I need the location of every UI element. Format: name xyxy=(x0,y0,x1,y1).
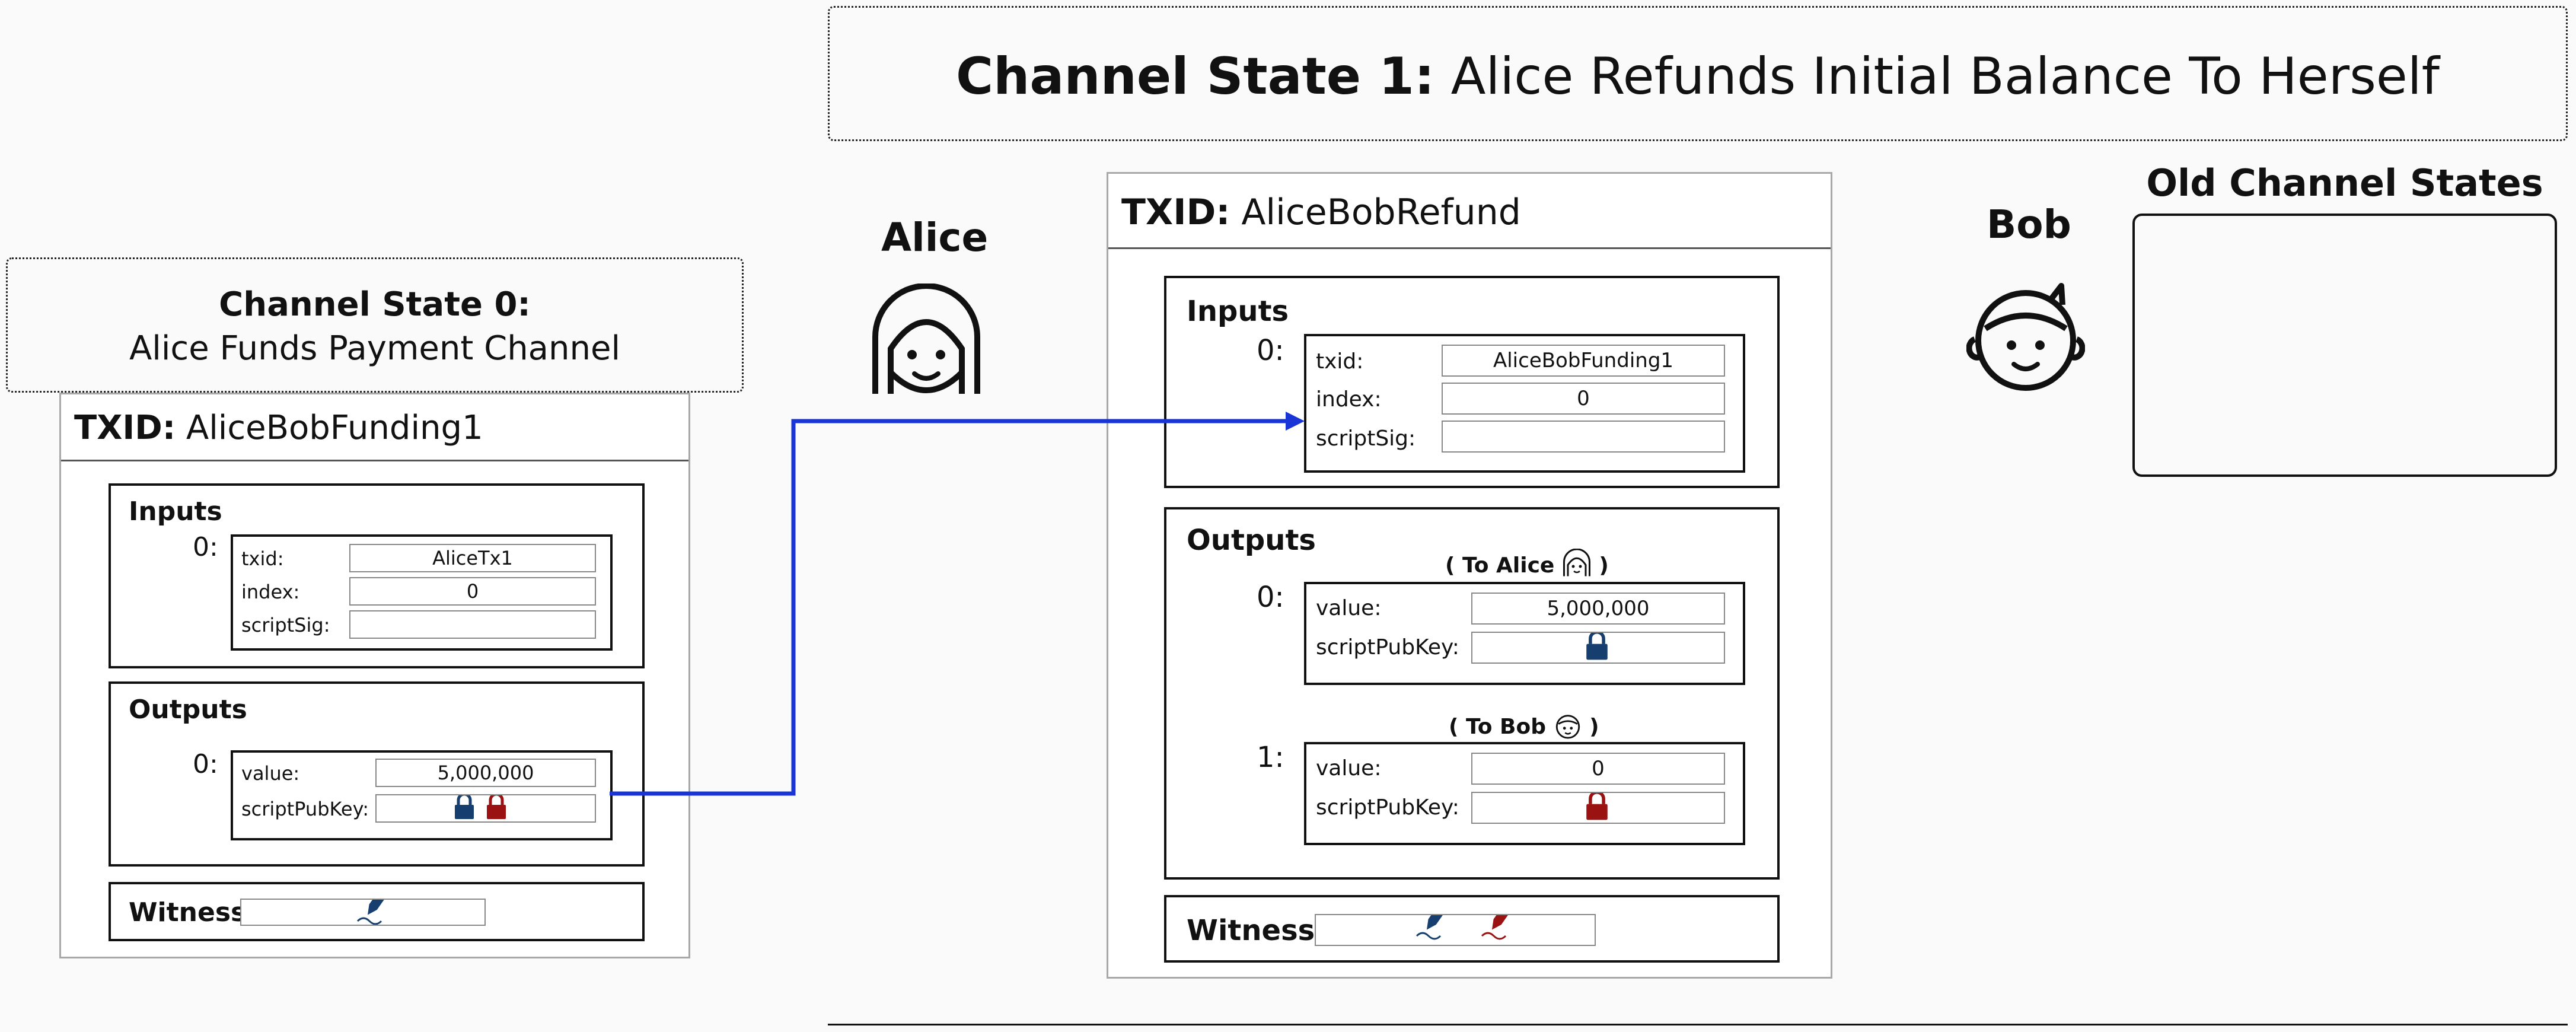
value-field[interactable]: 0 xyxy=(1471,753,1725,785)
funding-inputs-box: Inputs 0: txid: AliceTx1 index: 0 script… xyxy=(109,483,645,668)
alice-label: Alice xyxy=(881,215,989,260)
channel-state-0-subtitle: Alice Funds Payment Channel xyxy=(129,329,620,368)
funding-output-entry: value: 5,000,000 scriptPubKey: xyxy=(231,750,613,840)
value-field[interactable]: 5,000,000 xyxy=(1471,593,1725,625)
fountain-pen-icon xyxy=(356,900,386,925)
txid-field[interactable]: AliceBobFunding1 xyxy=(1442,345,1725,377)
scriptsig-field[interactable] xyxy=(1442,421,1725,453)
refund-output-0-index: 0: xyxy=(1257,581,1284,614)
funding-txid-header: TXID: AliceBobFunding1 xyxy=(61,394,688,461)
funding-outputs-title: Outputs xyxy=(129,695,247,725)
txid-field[interactable]: AliceTx1 xyxy=(349,544,596,572)
to-bob-label: ( To Bob ) xyxy=(1449,711,1599,740)
refund-input-entry: txid: AliceBobFunding1 index: 0 scriptSi… xyxy=(1304,334,1745,473)
refund-outputs-title: Outputs xyxy=(1187,524,1316,557)
channel-state-0-title-box: Channel State 0: Alice Funds Payment Cha… xyxy=(6,257,744,393)
old-channel-states-title: Old Channel States xyxy=(2146,161,2543,205)
channel-state-0-title: Channel State 0: xyxy=(219,285,531,324)
txid-label: txid: xyxy=(241,547,284,570)
funding-witness-box: Witness xyxy=(109,882,645,941)
bob-face-icon xyxy=(1966,283,2085,391)
scriptsig-label: scriptSig: xyxy=(241,614,330,636)
index-label: index: xyxy=(241,581,300,603)
refund-output-1-entry: value: 0 scriptPubKey: xyxy=(1304,742,1745,845)
fountain-pen-icon xyxy=(1481,915,1509,940)
funding-input-entry: txid: AliceTx1 index: 0 scriptSig: xyxy=(231,534,613,651)
refund-output-1-index: 1: xyxy=(1257,741,1284,774)
funding-outputs-box: Outputs 0: value: 5,000,000 scriptPubKey… xyxy=(109,681,645,867)
refund-transaction-panel: TXID: AliceBobRefund Inputs 0: txid: Ali… xyxy=(1107,172,1832,979)
padlock-icon xyxy=(487,795,506,819)
funding-output-index: 0: xyxy=(193,749,218,779)
to-alice-label: ( To Alice ) xyxy=(1445,548,1609,578)
refund-output-0-entry: value: 5,000,000 scriptPubKey: xyxy=(1304,582,1745,685)
funding-input-index: 0: xyxy=(193,532,218,562)
bob-label: Bob xyxy=(1987,202,2071,247)
funding-transaction-panel: TXID: AliceBobFunding1 Inputs 0: txid: A… xyxy=(59,393,690,958)
index-field[interactable]: 0 xyxy=(1442,383,1725,415)
refund-outputs-box: Outputs ( To Alice ) 0: value: 5,000,000… xyxy=(1164,507,1780,880)
witness-field[interactable] xyxy=(1315,914,1596,946)
scriptpubkey-label: scriptPubKey: xyxy=(241,798,369,820)
old-channel-states-box xyxy=(2132,214,2557,477)
padlock-icon xyxy=(1586,793,1608,820)
witness-field[interactable] xyxy=(240,899,486,926)
refund-inputs-title: Inputs xyxy=(1187,295,1289,328)
refund-txid-header: TXID: AliceBobRefund xyxy=(1108,174,1831,249)
padlock-icon xyxy=(1586,633,1608,660)
scriptpubkey-field[interactable] xyxy=(1471,632,1725,664)
alice-face-icon xyxy=(1563,548,1590,576)
alice-face-icon xyxy=(872,284,980,394)
value-label: value: xyxy=(241,762,300,785)
scriptsig-label: scriptSig: xyxy=(1316,426,1416,451)
index-label: index: xyxy=(1316,387,1382,412)
scriptpubkey-label: scriptPubKey: xyxy=(1316,795,1459,820)
bottom-divider xyxy=(828,1024,2568,1025)
txid-label: txid: xyxy=(1316,349,1364,374)
scriptsig-field[interactable] xyxy=(349,610,596,639)
refund-input-index: 0: xyxy=(1257,334,1284,367)
refund-witness-box: Witness xyxy=(1164,895,1780,963)
index-field[interactable]: 0 xyxy=(349,577,596,606)
refund-inputs-box: Inputs 0: txid: AliceBobFunding1 index: … xyxy=(1164,276,1780,488)
scriptpubkey-field[interactable] xyxy=(1471,792,1725,824)
refund-witness-title: Witness xyxy=(1187,914,1315,947)
scriptpubkey-label: scriptPubKey: xyxy=(1316,635,1459,660)
scriptpubkey-field[interactable] xyxy=(375,794,596,823)
bob-face-icon xyxy=(1555,715,1580,739)
value-label: value: xyxy=(1316,756,1382,781)
fountain-pen-icon xyxy=(1415,915,1444,940)
padlock-icon xyxy=(455,795,474,819)
funding-inputs-title: Inputs xyxy=(129,496,222,527)
channel-state-1-title-box: Channel State 1: Alice Refunds Initial B… xyxy=(828,6,2568,141)
funding-witness-title: Witness xyxy=(129,897,247,928)
value-field[interactable]: 5,000,000 xyxy=(375,759,596,787)
channel-state-1-title: Channel State 1: Alice Refunds Initial B… xyxy=(956,47,2440,106)
value-label: value: xyxy=(1316,596,1382,620)
